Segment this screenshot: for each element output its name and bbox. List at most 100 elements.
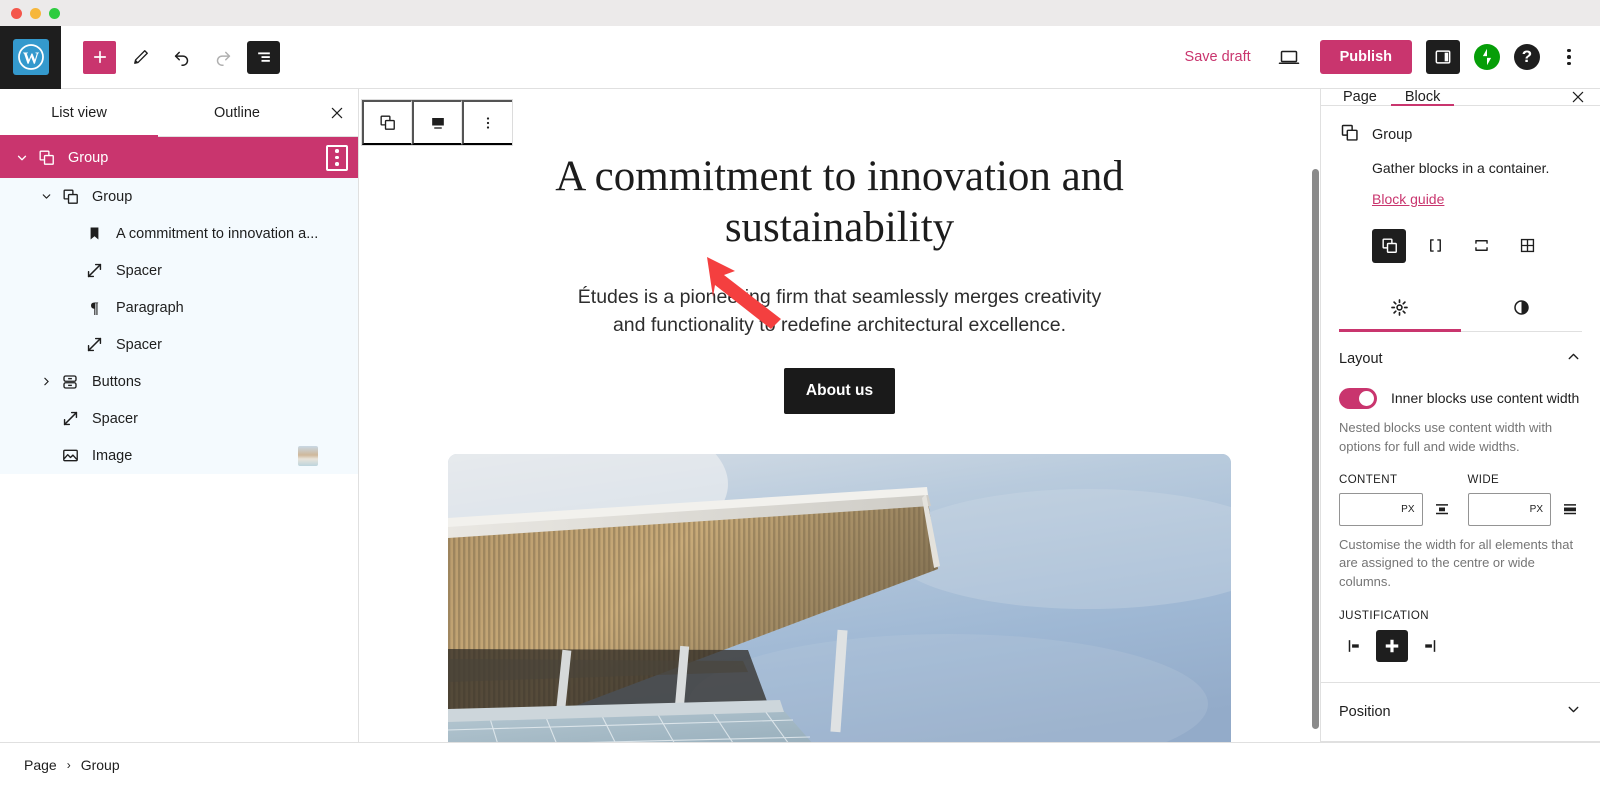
settings-subtab[interactable] (1339, 285, 1461, 332)
align-button[interactable] (412, 100, 462, 145)
layout-section-title: Layout (1339, 350, 1383, 367)
save-draft-button[interactable]: Save draft (1177, 43, 1259, 71)
position-section-title: Position (1339, 704, 1391, 721)
position-section-header[interactable]: Position (1339, 701, 1582, 723)
spacer-arrows-icon (82, 333, 106, 357)
list-item-label: Group (68, 149, 109, 166)
list-item-spacer-1[interactable]: Spacer (0, 252, 358, 289)
window-minimize-dot[interactable] (30, 7, 41, 19)
list-item-spacer-3[interactable]: Spacer (0, 400, 358, 437)
buttons-block-icon (58, 370, 82, 394)
tab-page[interactable]: Page (1329, 89, 1391, 105)
list-item-label: Buttons (92, 373, 142, 390)
window-titlebar (0, 0, 1600, 26)
wide-width-icon (1564, 504, 1576, 515)
chevron-down-icon[interactable] (10, 151, 34, 165)
list-item-spacer-2[interactable]: Spacer (0, 326, 358, 363)
content-width-input[interactable]: PX (1339, 492, 1423, 526)
undo-button[interactable] (165, 41, 198, 74)
page-title[interactable]: A commitment to innovation and sustainab… (530, 151, 1150, 253)
chevron-up-icon[interactable] (1565, 348, 1582, 370)
inner-blocks-help-text: Nested blocks use content width with opt… (1339, 419, 1553, 454)
canvas-scrollbar[interactable] (1312, 169, 1319, 729)
toolbar-tools-group (61, 40, 280, 74)
content-width-preset-button[interactable] (1430, 494, 1454, 524)
block-type-group-button[interactable] (362, 100, 412, 145)
settings-panel: Page Block Group Gather blocks in a cont… (1320, 89, 1600, 743)
list-view-tabbar: List view Outline (0, 89, 358, 137)
list-item-group-root[interactable]: Group (0, 137, 358, 178)
wordpress-logo-button[interactable]: W (0, 25, 61, 89)
redo-button[interactable] (206, 41, 239, 74)
breadcrumb-item-page[interactable]: Page (24, 757, 57, 773)
block-guide-link[interactable]: Block guide (1372, 191, 1444, 207)
about-us-button[interactable]: About us (783, 367, 896, 414)
chevron-right-icon[interactable] (34, 375, 58, 388)
tab-outline[interactable]: Outline (158, 89, 316, 136)
variation-group-button[interactable] (1372, 228, 1406, 263)
list-item-options-button[interactable] (326, 144, 348, 171)
layout-section-header[interactable]: Layout (1339, 348, 1582, 370)
jetpack-icon (1482, 48, 1492, 66)
justify-right-icon (1425, 640, 1436, 652)
list-view-toggle[interactable] (247, 40, 280, 74)
justify-left-icon (1348, 640, 1359, 652)
justification-label: JUSTIFICATION (1339, 610, 1429, 623)
jetpack-button[interactable] (1474, 44, 1500, 70)
list-item-group-nested[interactable]: Group (0, 178, 358, 215)
settings-sidebar-toggle[interactable] (1426, 40, 1460, 74)
variation-row-button[interactable] (1418, 229, 1452, 263)
chevron-down-icon[interactable] (34, 190, 58, 203)
editor-options-button[interactable] (1554, 40, 1584, 74)
close-settings-button[interactable] (1556, 89, 1600, 105)
publish-button[interactable]: Publish (1319, 40, 1412, 74)
inner-blocks-toggle[interactable] (1339, 387, 1377, 409)
window-maximize-dot[interactable] (49, 7, 60, 19)
wide-width-preset-button[interactable] (1558, 494, 1582, 524)
justify-center-button[interactable] (1376, 630, 1408, 663)
stack-layout-icon (1474, 240, 1488, 252)
editor-canvas: A commitment to innovation and sustainab… (359, 89, 1320, 742)
add-block-button[interactable] (83, 40, 116, 74)
list-item-paragraph[interactable]: ¶ Paragraph (0, 289, 358, 326)
align-wide-icon (431, 117, 444, 129)
close-icon (331, 107, 343, 118)
tab-block[interactable]: Block (1390, 89, 1455, 106)
redo-arrow-icon (216, 51, 230, 66)
breadcrumb-item-group[interactable]: Group (81, 757, 120, 773)
chevron-down-icon[interactable] (1565, 701, 1582, 723)
justification-controls (1339, 630, 1582, 663)
window-close-dot[interactable] (11, 7, 22, 19)
list-item-label: Group (92, 188, 133, 205)
close-icon (1572, 91, 1584, 103)
list-item-buttons[interactable]: Buttons (0, 363, 358, 400)
list-item-label: Paragraph (116, 299, 184, 316)
preview-button[interactable] (1273, 41, 1306, 74)
variation-stack-button[interactable] (1464, 229, 1498, 263)
justify-right-button[interactable] (1413, 630, 1445, 662)
wide-width-label: WIDE (1467, 473, 1500, 486)
group-block-icon (1381, 238, 1397, 254)
inner-blocks-toggle-label: Inner blocks use content width (1391, 390, 1580, 407)
edit-tool-button[interactable] (124, 41, 157, 74)
heading-bookmark-icon (82, 222, 106, 246)
tab-list-view[interactable]: List view (0, 89, 158, 137)
close-list-view-button[interactable] (316, 89, 358, 136)
hero-image[interactable] (448, 453, 1231, 742)
variation-grid-button[interactable] (1510, 229, 1544, 263)
styles-subtab[interactable] (1461, 285, 1583, 331)
block-variations (1339, 228, 1582, 263)
content-width-icon (1435, 504, 1448, 515)
list-item-heading[interactable]: A commitment to innovation a... (0, 215, 358, 252)
justify-left-button[interactable] (1339, 630, 1371, 662)
page-paragraph[interactable]: Études is a pioneering firm that seamles… (560, 284, 1120, 339)
list-item-image[interactable]: Image (0, 437, 358, 474)
help-button[interactable]: ? (1514, 44, 1540, 70)
block-info-header: Group (1339, 122, 1582, 148)
wide-width-input[interactable]: PX (1467, 492, 1551, 526)
group-block-icon (380, 115, 395, 130)
block-more-options-button[interactable] (462, 100, 512, 145)
list-item-label: Spacer (92, 410, 138, 427)
list-view-rows: Group Group A commitment to innovation a… (0, 137, 358, 742)
list-item-label: Spacer (116, 336, 162, 353)
